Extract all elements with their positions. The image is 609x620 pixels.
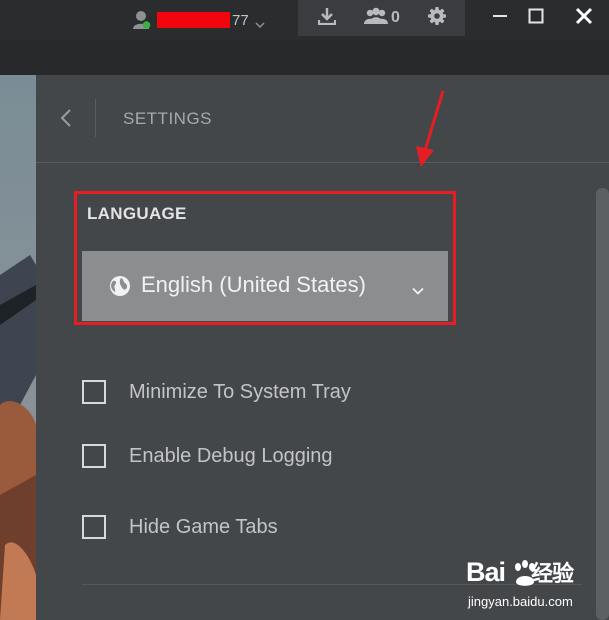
chevron-left-icon (60, 108, 72, 133)
background-art (0, 75, 36, 620)
back-button[interactable] (56, 105, 76, 135)
redacted-name (157, 12, 230, 28)
debug-logging-checkbox[interactable] (82, 444, 106, 468)
language-highlight-box: LANGUAGE English (United States) (74, 191, 456, 325)
option-minimize-to-tray[interactable]: Minimize To System Tray (82, 377, 351, 407)
header-band (0, 40, 609, 75)
language-label: LANGUAGE (87, 204, 187, 223)
download-button[interactable] (298, 0, 356, 36)
globe-icon (109, 275, 131, 297)
option-label: Enable Debug Logging (129, 444, 333, 467)
username: 77 (157, 12, 249, 29)
annotation-arrow (416, 90, 445, 167)
settings-header: SETTINGS (36, 75, 609, 163)
titlebar-toolbar: 0 (298, 0, 465, 36)
friends-icon (364, 7, 389, 30)
title-bar: 77 0 (0, 0, 609, 40)
settings-button[interactable] (408, 0, 465, 36)
download-icon (317, 7, 337, 30)
close-button[interactable] (572, 6, 596, 30)
chevron-down-icon (412, 282, 424, 295)
user-online-icon (133, 10, 151, 30)
settings-panel: SETTINGS LANGUAGE English (United States… (36, 75, 609, 620)
minimize-icon (492, 8, 508, 29)
language-value: English (United States) (141, 272, 366, 297)
minimize-to-tray-checkbox[interactable] (82, 380, 106, 404)
hide-game-tabs-checkbox[interactable] (82, 515, 106, 539)
page-title: SETTINGS (123, 109, 213, 128)
maximize-button[interactable] (524, 6, 548, 30)
username-suffix: 77 (232, 11, 249, 29)
language-select[interactable]: English (United States) (82, 251, 448, 321)
option-label: Minimize To System Tray (129, 380, 351, 403)
maximize-icon (528, 8, 544, 29)
chevron-down-icon (255, 16, 265, 29)
close-icon (575, 7, 593, 30)
user-menu[interactable]: 77 (133, 8, 265, 32)
friends-button[interactable]: 0 (356, 0, 408, 36)
paw-icon (512, 560, 538, 593)
option-label: Hide Game Tabs (129, 515, 278, 538)
option-enable-debug-logging[interactable]: Enable Debug Logging (82, 441, 333, 471)
option-hide-game-tabs[interactable]: Hide Game Tabs (82, 512, 278, 542)
baidu-watermark: Bai 经验 jingyan.baidu.com (466, 556, 606, 616)
watermark-url: jingyan.baidu.com (468, 594, 573, 609)
friends-count: 0 (391, 9, 400, 26)
header-divider (95, 99, 96, 137)
minimize-button[interactable] (488, 6, 512, 30)
gear-icon (427, 6, 446, 30)
